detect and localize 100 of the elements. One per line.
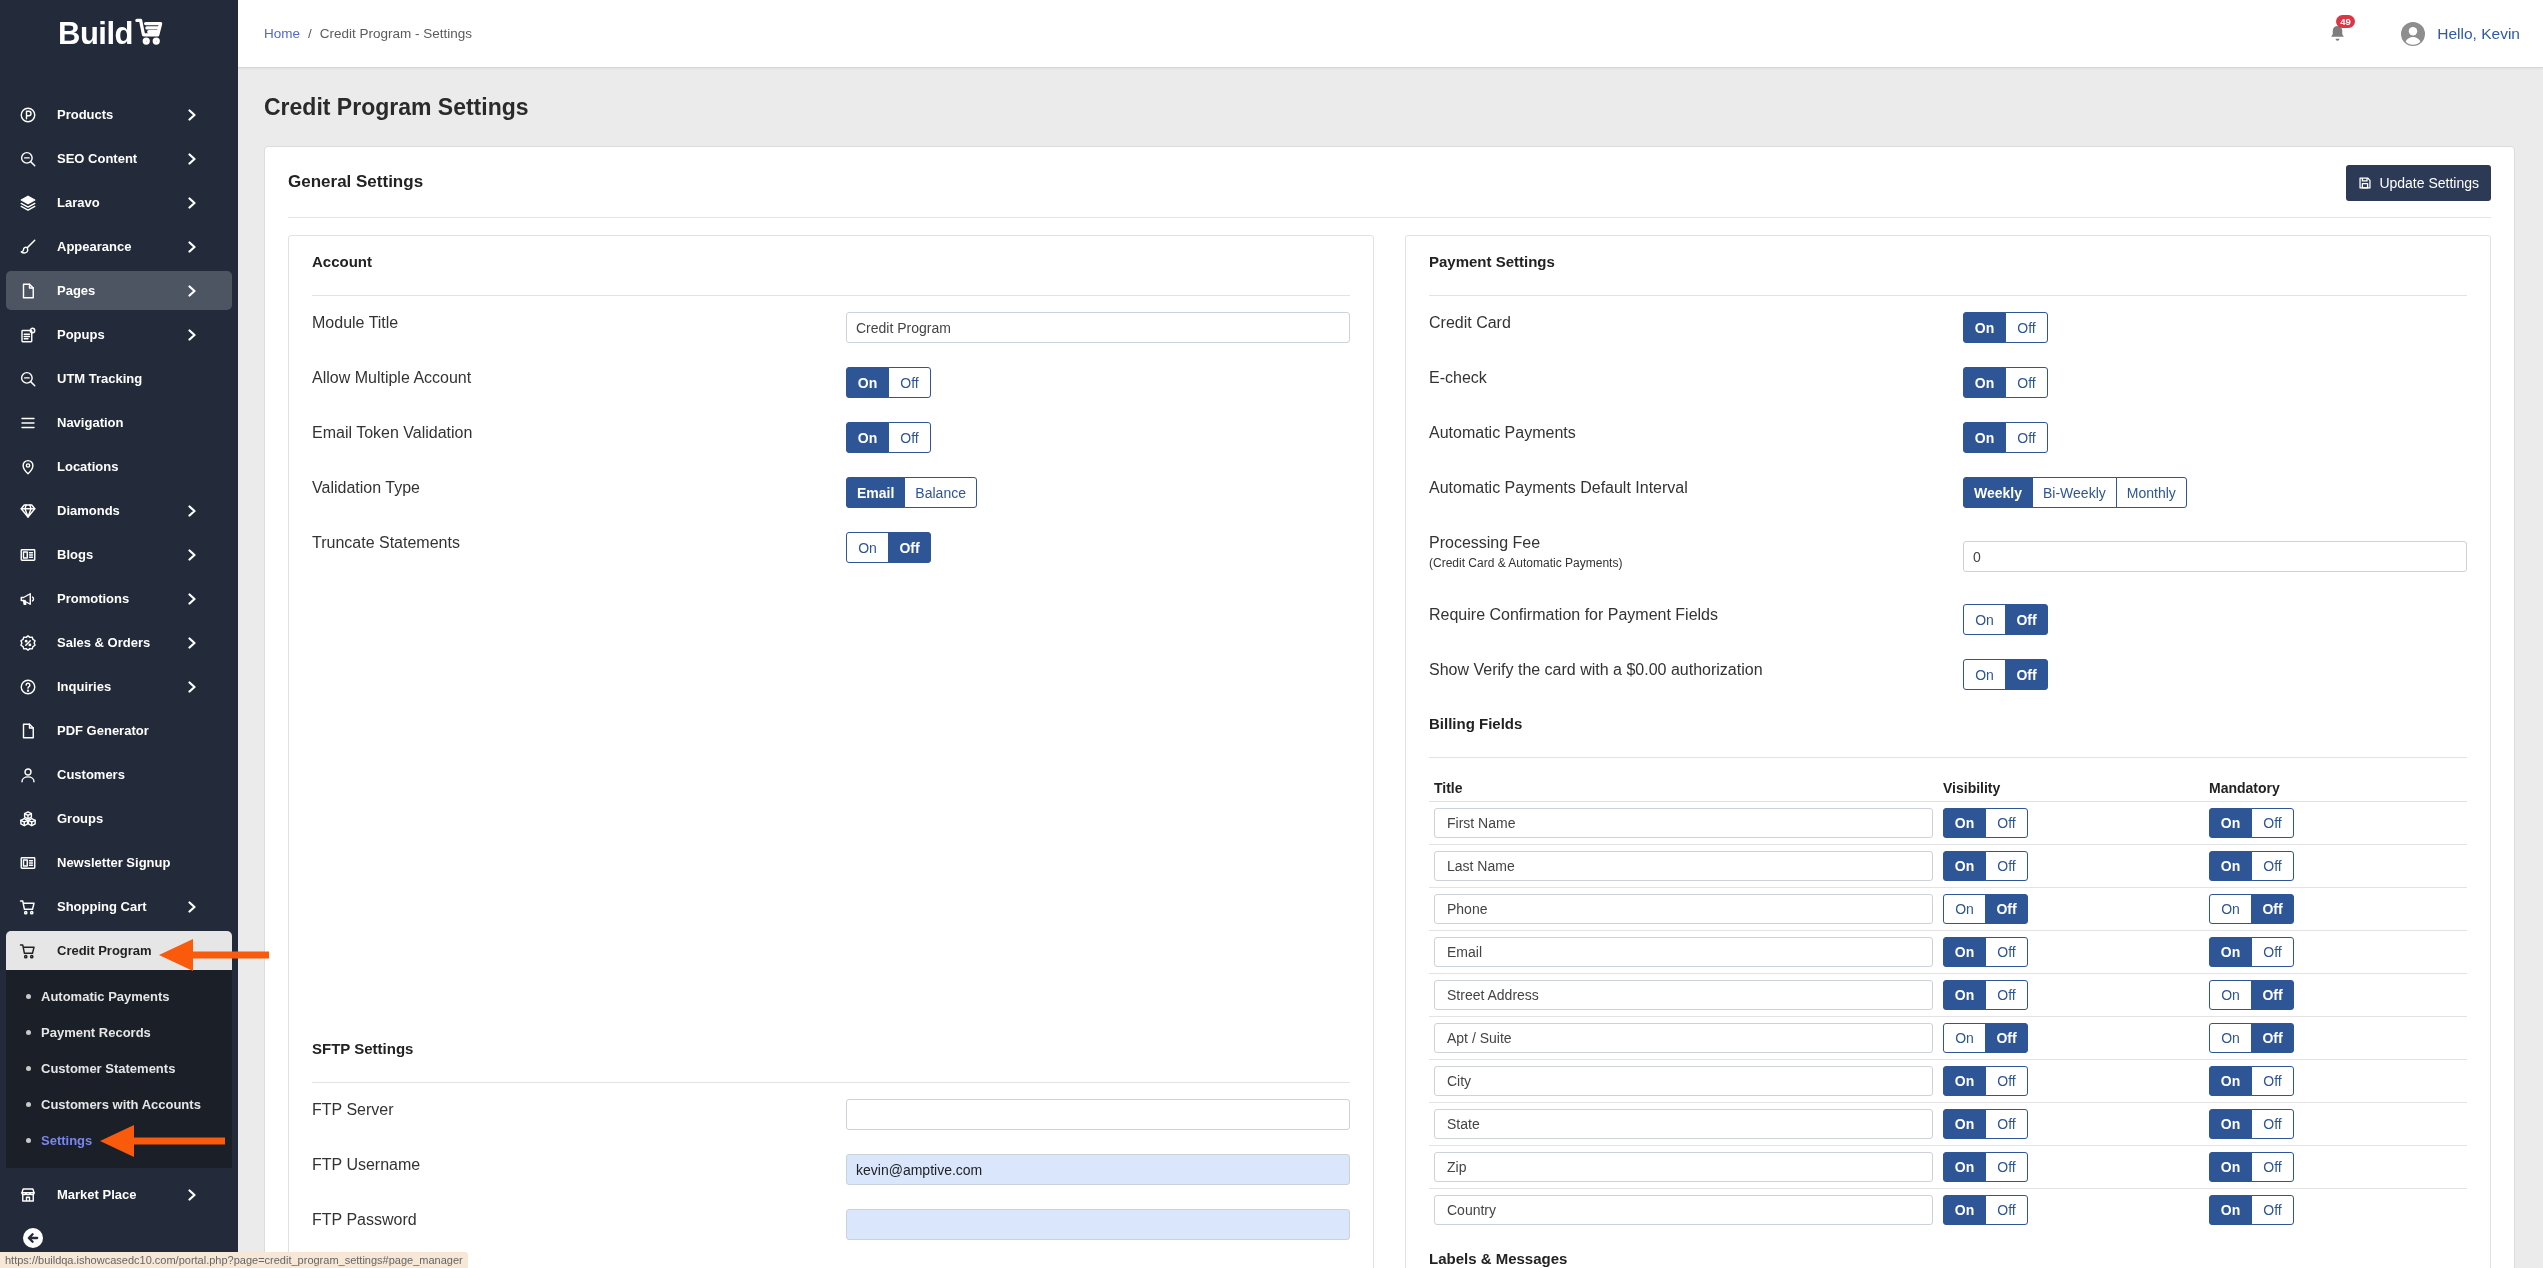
sidebar-item[interactable]: Blogs — [6, 535, 232, 574]
toggle-option[interactable]: On — [2209, 1195, 2252, 1225]
title-field[interactable]: State — [1434, 1109, 1933, 1139]
title-field[interactable]: Last Name — [1434, 851, 1933, 881]
sidebar-item[interactable]: Locations — [6, 447, 232, 486]
sidebar-item[interactable]: Customers — [6, 755, 232, 794]
title-field[interactable]: City — [1434, 1066, 1933, 1096]
toggle-option[interactable]: On — [1943, 851, 1986, 881]
sidebar-item[interactable]: Laravo — [6, 183, 232, 222]
toggle-option[interactable]: Off — [2005, 604, 2048, 635]
toggle-option[interactable]: Off — [888, 422, 931, 453]
sidebar-item[interactable]: Pages — [6, 271, 232, 310]
user-avatar-icon[interactable] — [2401, 21, 2426, 46]
input-field[interactable] — [846, 1209, 1350, 1240]
toggle-option[interactable]: Off — [1985, 808, 2028, 838]
submenu-item[interactable]: Customer Statements — [6, 1050, 232, 1086]
toggle-option[interactable]: Off — [2251, 1152, 2294, 1182]
sidebar-item[interactable]: Credit Program — [6, 931, 232, 970]
title-field[interactable]: Email — [1434, 937, 1933, 967]
title-field[interactable]: Country — [1434, 1195, 1933, 1225]
toggle-option[interactable]: Off — [1985, 1109, 2028, 1139]
toggle-option[interactable]: On — [1943, 980, 1986, 1010]
toggle-option[interactable]: On — [1963, 312, 2006, 343]
toggle-option[interactable]: Weekly — [1963, 477, 2033, 508]
sidebar-item[interactable]: Appearance — [6, 227, 232, 266]
toggle-option[interactable]: Off — [1985, 894, 2028, 924]
toggle-option[interactable]: Off — [2251, 1109, 2294, 1139]
toggle-option[interactable]: Off — [2251, 1066, 2294, 1096]
toggle-option[interactable]: Off — [2005, 367, 2048, 398]
toggle-option[interactable]: Off — [1985, 1195, 2028, 1225]
toggle-option[interactable]: Off — [1985, 980, 2028, 1010]
collapse-icon[interactable] — [23, 1228, 43, 1248]
sidebar-item[interactable]: Inquiries — [6, 667, 232, 706]
sidebar-item[interactable]: Popups — [6, 315, 232, 354]
toggle-option[interactable]: On — [2209, 851, 2252, 881]
title-field[interactable]: Zip — [1434, 1152, 1933, 1182]
toggle-option[interactable]: Off — [2251, 1023, 2294, 1053]
toggle-option[interactable]: On — [1943, 1066, 1986, 1096]
toggle-option[interactable]: On — [2209, 808, 2252, 838]
toggle-option[interactable]: On — [1943, 894, 1986, 924]
toggle-option[interactable]: Bi-Weekly — [2032, 477, 2117, 508]
toggle-option[interactable]: Off — [1985, 1023, 2028, 1053]
input-field[interactable]: 0 — [1963, 541, 2467, 572]
sidebar-item[interactable]: SEO Content — [6, 139, 232, 178]
toggle-option[interactable]: On — [1963, 367, 2006, 398]
toggle-option[interactable]: Email — [846, 477, 906, 508]
breadcrumb-link[interactable]: Home — [264, 26, 300, 41]
sidebar-item[interactable]: Market Place — [6, 1175, 232, 1214]
toggle-option[interactable]: On — [2209, 937, 2252, 967]
sidebar-item[interactable]: PDF Generator — [6, 711, 232, 750]
user-menu-link[interactable]: Hello, Kevin — [2437, 24, 2520, 43]
toggle-option[interactable]: On — [1963, 422, 2006, 453]
toggle-option[interactable]: On — [1943, 808, 1986, 838]
toggle-option[interactable]: On — [1943, 1195, 1986, 1225]
toggle-option[interactable]: Off — [2005, 312, 2048, 343]
sidebar-item[interactable]: Groups — [6, 799, 232, 838]
toggle-option[interactable]: Off — [2251, 851, 2294, 881]
title-field[interactable]: Phone — [1434, 894, 1933, 924]
toggle-option[interactable]: On — [2209, 1152, 2252, 1182]
input-field[interactable]: kevin@amptive.com — [846, 1154, 1350, 1185]
toggle-option[interactable]: On — [846, 422, 889, 453]
toggle-option[interactable]: On — [1963, 659, 2006, 690]
toggle-option[interactable]: Off — [2005, 659, 2048, 690]
toggle-option[interactable]: Off — [2005, 422, 2048, 453]
toggle-option[interactable]: On — [1943, 1023, 1986, 1053]
toggle-option[interactable]: Off — [888, 367, 931, 398]
toggle-option[interactable]: On — [2209, 894, 2252, 924]
toggle-option[interactable]: Off — [2251, 1195, 2294, 1225]
sidebar-item[interactable]: Newsletter Signup — [6, 843, 232, 882]
toggle-option[interactable]: On — [2209, 980, 2252, 1010]
toggle-option[interactable]: Balance — [904, 477, 977, 508]
input-field[interactable]: Credit Program — [846, 312, 1350, 343]
toggle-option[interactable]: Off — [2251, 808, 2294, 838]
submenu-item[interactable]: Settings — [6, 1122, 232, 1158]
sidebar-item[interactable]: Navigation — [6, 403, 232, 442]
toggle-option[interactable]: On — [2209, 1023, 2252, 1053]
toggle-option[interactable]: On — [2209, 1066, 2252, 1096]
sidebar-item[interactable]: Promotions — [6, 579, 232, 618]
toggle-option[interactable]: Off — [2251, 894, 2294, 924]
submenu-item[interactable]: Customers with Accounts — [6, 1086, 232, 1122]
sidebar-item[interactable]: Sales & Orders — [6, 623, 232, 662]
sidebar-item[interactable]: Products — [6, 95, 232, 134]
toggle-option[interactable]: On — [2209, 1109, 2252, 1139]
title-field[interactable]: Street Address — [1434, 980, 1933, 1010]
title-field[interactable]: First Name — [1434, 808, 1933, 838]
input-field[interactable] — [846, 1099, 1350, 1130]
sidebar-item[interactable]: Diamonds — [6, 491, 232, 530]
toggle-option[interactable]: Off — [1985, 1066, 2028, 1096]
toggle-option[interactable]: Off — [888, 532, 931, 563]
toggle-option[interactable]: Off — [1985, 937, 2028, 967]
toggle-option[interactable]: Off — [2251, 937, 2294, 967]
sidebar-item[interactable]: UTM Tracking — [6, 359, 232, 398]
toggle-option[interactable]: Monthly — [2115, 477, 2187, 508]
update-settings-button[interactable]: Update Settings — [2346, 165, 2491, 201]
toggle-option[interactable]: Off — [1985, 1152, 2028, 1182]
title-field[interactable]: Apt / Suite — [1434, 1023, 1933, 1053]
toggle-option[interactable]: Off — [2251, 980, 2294, 1010]
toggle-option[interactable]: Off — [1985, 851, 2028, 881]
toggle-option[interactable]: On — [1943, 1109, 1986, 1139]
toggle-option[interactable]: On — [846, 532, 889, 563]
